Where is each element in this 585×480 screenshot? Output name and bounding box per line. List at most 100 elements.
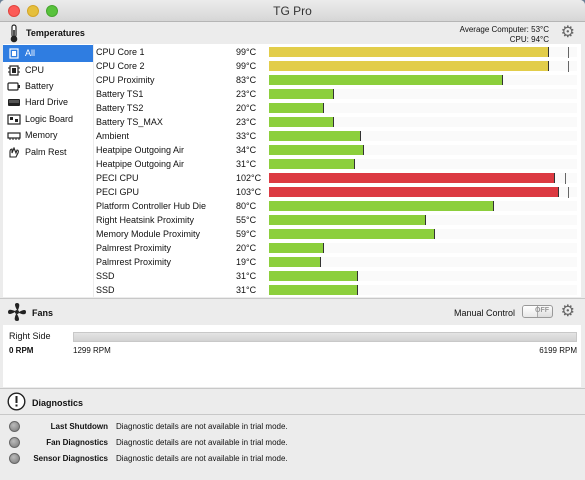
title-bar: TG Pro [0, 0, 585, 22]
sensor-row[interactable]: Memory Module Proximity 59°C [94, 227, 581, 241]
sensor-bar [269, 47, 577, 58]
manual-control-label: Manual Control [453, 308, 515, 318]
sensor-bar [269, 229, 577, 239]
sensor-name: Platform Controller Hub Die [96, 201, 207, 211]
sensor-row[interactable]: Battery TS2 20°C [94, 101, 581, 115]
sensor-row[interactable]: Palmrest Proximity 19°C [94, 255, 581, 269]
sensor-row[interactable]: SSD 31°C [94, 269, 581, 283]
fan-max-rpm: 6199 RPM [539, 346, 577, 355]
sensor-bar-fill [269, 145, 364, 155]
sensor-row[interactable]: SSD 31°C [94, 283, 581, 297]
exclamation-icon [7, 392, 26, 411]
sidebar-item-memory[interactable]: Memory [3, 127, 93, 144]
sensor-bar [269, 145, 577, 155]
sensor-bar [269, 75, 577, 85]
sensor-name: Palmrest Proximity [96, 243, 172, 253]
sensor-bar-fill [269, 257, 321, 267]
sensor-name: PECI GPU [96, 187, 140, 197]
diagnostics-header: Diagnostics [0, 388, 585, 415]
cpu-average-label: CPU: [509, 35, 529, 44]
fan-speed-bar [73, 332, 577, 342]
sensor-row[interactable]: CPU Proximity 83°C [94, 73, 581, 87]
palm-rest-icon [7, 146, 21, 158]
sensor-row[interactable]: PECI GPU 103°C [94, 185, 581, 199]
sidebar-item-palm-rest[interactable]: Palm Rest [3, 144, 93, 161]
sensor-bar [269, 257, 577, 267]
sensor-value: 103°C [236, 187, 262, 197]
sensor-name: PECI CPU [96, 173, 139, 183]
sensor-row[interactable]: Battery TS1 23°C [94, 87, 581, 101]
sensor-row[interactable]: CPU Core 2 99°C [94, 59, 581, 73]
sensor-value: 59°C [236, 229, 257, 239]
sensor-value: 34°C [236, 145, 257, 155]
sensor-bar [269, 117, 577, 127]
diagnostic-row-sensor: Sensor Diagnostics Diagnostic details ar… [3, 451, 581, 467]
sensor-row[interactable]: PECI CPU 102°C [94, 171, 581, 185]
cpu-average-value: 94°C [531, 35, 549, 44]
sensor-bar [269, 61, 577, 72]
sidebar-item-battery[interactable]: Battery [3, 78, 93, 95]
sensor-row[interactable]: Right Heatsink Proximity 55°C [94, 213, 581, 227]
sidebar-item-cpu[interactable]: CPU [3, 62, 93, 79]
sensor-peak-marker [568, 47, 569, 58]
sensor-row[interactable]: CPU Core 1 99°C [94, 45, 581, 59]
sensor-bar-fill [269, 215, 426, 225]
diagnostics-title: Diagnostics [32, 398, 84, 408]
fan-current-rpm: 0 RPM [9, 346, 34, 355]
sensor-bar [269, 271, 577, 281]
diagnostic-row-fan: Fan Diagnostics Diagnostic details are n… [3, 435, 581, 451]
manual-control-toggle[interactable]: OFF [522, 305, 553, 318]
average-computer-value: 53°C [531, 25, 549, 34]
sensor-row[interactable]: Palmrest Proximity 20°C [94, 241, 581, 255]
temperatures-header: Temperatures Average Computer: 53°C CPU:… [0, 22, 585, 44]
sidebar-item-hard-drive[interactable]: Hard Drive [3, 94, 93, 111]
status-indicator-icon [9, 453, 20, 464]
window-title: TG Pro [273, 4, 312, 18]
sidebar-item-label: All [25, 48, 36, 58]
sensor-value: 99°C [236, 47, 257, 57]
sensor-row[interactable]: Heatpipe Outgoing Air 31°C [94, 157, 581, 171]
fan-icon [8, 303, 26, 321]
sensor-row[interactable]: Platform Controller Hub Die 80°C [94, 199, 581, 213]
sensor-bar-fill [269, 229, 435, 239]
sensor-bar [269, 173, 577, 184]
sensor-bar-fill [269, 89, 334, 99]
sensor-bar-fill [269, 159, 355, 169]
sensor-peak-marker [568, 187, 569, 198]
sensor-bar [269, 201, 577, 211]
sidebar-item-all[interactable]: All [3, 45, 93, 62]
sensor-bar-fill [269, 103, 324, 113]
sensor-value: 19°C [236, 257, 257, 267]
sensor-name: CPU Core 2 [96, 61, 145, 71]
status-indicator-icon [9, 437, 20, 448]
sensor-list: CPU Core 1 99°C CPU Core 2 99°C CPU Proximit… [94, 44, 581, 297]
sensor-row[interactable]: Heatpipe Outgoing Air 34°C [94, 143, 581, 157]
diagnostic-label: Sensor Diagnostics [33, 454, 108, 463]
sensor-row[interactable]: Ambient 33°C [94, 129, 581, 143]
fan-min-rpm: 1299 RPM [73, 346, 111, 355]
thermometer-icon [10, 24, 18, 43]
sensor-bar [269, 215, 577, 225]
sensor-value: 31°C [236, 285, 257, 295]
app-window: TG Pro Temperatures Average Computer: 53… [0, 0, 585, 480]
category-sidebar: All CPU Battery Hard Drive Logic Board M… [3, 44, 93, 297]
cpu-icon [7, 65, 21, 76]
sensor-value: 23°C [236, 89, 257, 99]
sensor-row[interactable]: Battery TS_MAX 23°C [94, 115, 581, 129]
sensor-name: Heatpipe Outgoing Air [96, 159, 185, 169]
temperatures-gear-icon[interactable]: ⚙ [561, 25, 575, 41]
all-icon [7, 48, 21, 59]
diagnostic-row-last-shutdown: Last Shutdown Diagnostic details are not… [3, 419, 581, 435]
sensor-name: SSD [96, 285, 115, 295]
hard-drive-icon [7, 97, 21, 108]
average-computer-label: Average Computer: [459, 25, 529, 34]
diagnostic-label: Fan Diagnostics [46, 438, 108, 447]
sensor-value: 55°C [236, 215, 257, 225]
sensor-value: 102°C [236, 173, 262, 183]
sidebar-item-logic-board[interactable]: Logic Board [3, 111, 93, 128]
sidebar-item-label: Memory [25, 130, 58, 140]
temperatures-title: Temperatures [26, 28, 85, 38]
memory-icon [7, 130, 21, 141]
fans-gear-icon[interactable]: ⚙ [561, 304, 575, 320]
sidebar-item-label: Hard Drive [25, 97, 69, 107]
